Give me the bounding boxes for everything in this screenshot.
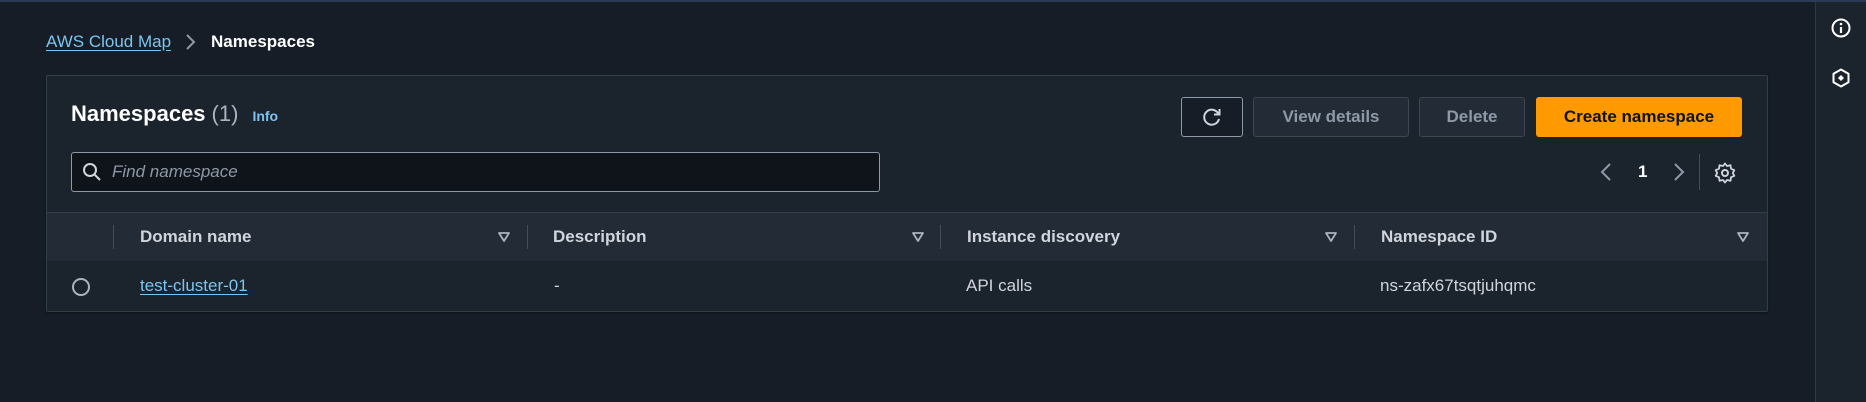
- namespace-id-cell: ns-zafx67tsqtjuhqmc: [1380, 276, 1536, 295]
- top-border: [0, 0, 1866, 2]
- column-header-domain-name[interactable]: Domain name: [140, 213, 251, 261]
- refresh-button[interactable]: [1181, 97, 1243, 137]
- sort-caret-icon[interactable]: [1736, 230, 1750, 244]
- page-number[interactable]: 1: [1638, 162, 1647, 182]
- row-select-radio[interactable]: [72, 278, 90, 296]
- search-input[interactable]: [110, 161, 879, 183]
- pagination-divider: [1699, 154, 1700, 190]
- column-divider: [940, 225, 941, 249]
- right-utility-bar: [1815, 2, 1866, 402]
- delete-button[interactable]: Delete: [1419, 97, 1525, 137]
- chevron-right-icon: [185, 33, 197, 51]
- sort-caret-icon[interactable]: [1324, 230, 1338, 244]
- domain-name-link[interactable]: test-cluster-01: [140, 276, 248, 296]
- info-circle-icon[interactable]: [1831, 18, 1851, 38]
- gear-icon[interactable]: [1714, 162, 1736, 184]
- instance-discovery-cell: API calls: [966, 276, 1033, 295]
- sort-caret-icon[interactable]: [911, 230, 925, 244]
- namespaces-table-container: Namespaces (1) Info View details Delete …: [46, 75, 1768, 312]
- column-header-namespace-id[interactable]: Namespace ID: [1381, 213, 1497, 261]
- sort-caret-icon[interactable]: [497, 230, 511, 244]
- chevron-right-icon[interactable]: [1667, 160, 1691, 184]
- chevron-left-icon[interactable]: [1594, 160, 1618, 184]
- column-header-description[interactable]: Description: [553, 213, 647, 261]
- column-header-instance-discovery[interactable]: Instance discovery: [967, 213, 1120, 261]
- breadcrumb-link-cloud-map[interactable]: AWS Cloud Map: [46, 32, 171, 52]
- search-field[interactable]: [71, 152, 880, 192]
- view-details-button[interactable]: View details: [1253, 97, 1409, 137]
- table-row: test-cluster-01 - API calls ns-zafx67tsq…: [47, 261, 1767, 311]
- page-title: Namespaces (1) Info: [71, 101, 278, 127]
- refresh-icon: [1201, 106, 1223, 128]
- namespace-count: (1): [211, 101, 239, 126]
- column-divider: [1354, 225, 1355, 249]
- search-icon: [82, 162, 102, 182]
- breadcrumb-current: Namespaces: [211, 32, 315, 51]
- breadcrumb: AWS Cloud Map Namespaces: [46, 30, 315, 54]
- table-header: Domain name Description Instance discove…: [47, 212, 1767, 262]
- hexagon-settings-icon[interactable]: [1831, 68, 1851, 88]
- create-namespace-button[interactable]: Create namespace: [1536, 97, 1742, 137]
- column-divider: [113, 225, 114, 249]
- info-link[interactable]: Info: [252, 108, 278, 124]
- panel-title-text: Namespaces: [71, 101, 206, 126]
- pagination: 1: [1594, 154, 1691, 190]
- column-divider: [527, 225, 528, 249]
- description-cell: -: [554, 276, 560, 295]
